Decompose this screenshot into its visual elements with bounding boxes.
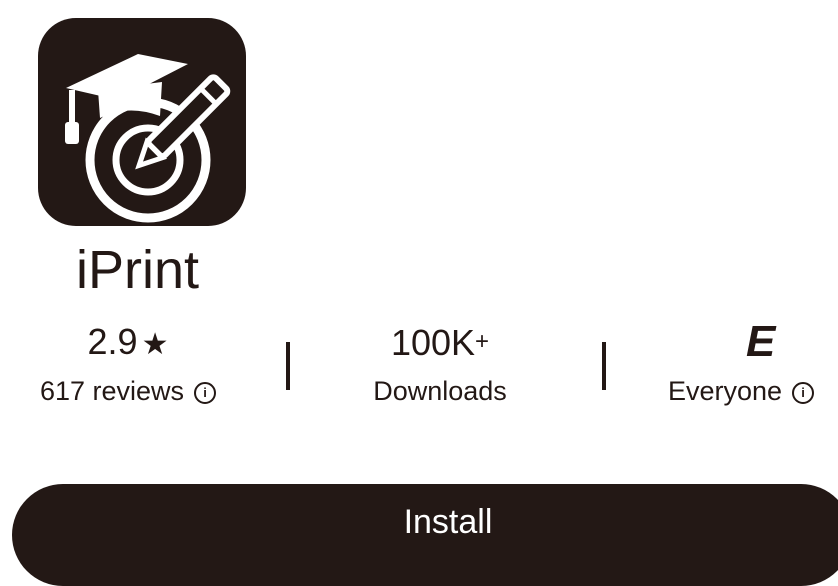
content-rating-stat[interactable]: E Everyone i	[668, 320, 838, 408]
downloads-value: 100K	[390, 322, 476, 363]
stat-divider	[602, 342, 606, 390]
downloads-stat: 100K+ Downloads	[350, 320, 530, 408]
plus-sign: +	[475, 328, 490, 355]
esrb-e-icon: E	[746, 317, 776, 366]
rating-value: 2.9	[87, 321, 138, 362]
star-icon: ★	[141, 328, 169, 361]
app-name: iPrint	[76, 240, 200, 300]
downloads-label: Downloads	[373, 376, 507, 406]
info-icon[interactable]: i	[792, 382, 815, 404]
app-icon	[38, 18, 246, 226]
rating-stat[interactable]: 2.9 ★ 617 reviews i	[18, 320, 238, 408]
info-icon[interactable]: i	[194, 382, 217, 404]
content-rating-label: Everyone	[668, 376, 783, 406]
reviews-count: 617 reviews	[39, 376, 185, 406]
graduation-cap-pen-icon	[65, 54, 231, 223]
install-label: Install	[403, 503, 493, 541]
stat-divider	[286, 342, 290, 390]
